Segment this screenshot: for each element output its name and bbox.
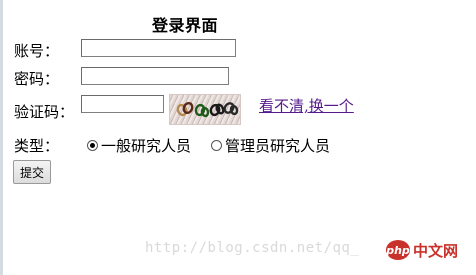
password-input[interactable] — [81, 67, 229, 85]
type-option-researcher-label: 一般研究人员 — [101, 137, 192, 155]
site-logo: php 中文网 — [386, 238, 458, 262]
logo-badge: php — [386, 240, 410, 260]
radio-researcher[interactable] — [87, 140, 98, 151]
type-label: 类型： — [14, 137, 60, 155]
page-left-border — [0, 0, 3, 275]
type-option-admin-label: 管理员研究人员 — [225, 137, 331, 155]
submit-button[interactable]: 提交 — [13, 160, 51, 184]
radio-admin[interactable] — [211, 140, 222, 151]
captcha-label: 验证码： — [14, 103, 75, 121]
page-title: 登录界面 — [152, 16, 219, 35]
logo-text: 中文网 — [413, 241, 459, 260]
account-input[interactable] — [81, 39, 236, 57]
captcha-refresh-link[interactable]: 看不清,换一个 — [259, 95, 354, 116]
type-option-researcher[interactable]: 一般研究人员 — [87, 135, 191, 156]
watermark-text: http://blog.csdn.net/qq_ — [145, 240, 360, 256]
password-label: 密码： — [14, 70, 60, 88]
captcha-input[interactable] — [81, 95, 164, 113]
captcha-image[interactable] — [169, 94, 241, 125]
captcha-glyphs — [176, 101, 239, 118]
type-option-admin[interactable]: 管理员研究人员 — [211, 135, 330, 156]
account-label: 账号： — [14, 42, 60, 60]
